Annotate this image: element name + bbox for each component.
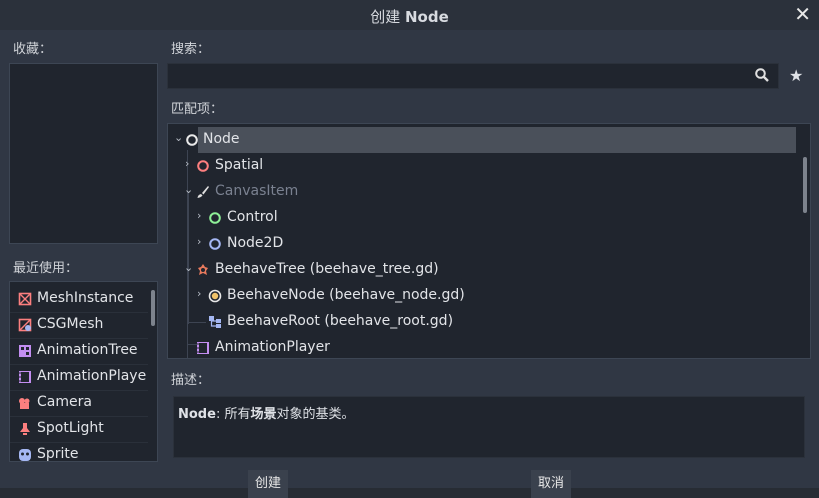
create-button[interactable]: 创建 xyxy=(248,470,288,498)
description-rest: 对象的基类。 xyxy=(276,407,355,422)
chevron-right-icon[interactable]: › xyxy=(197,235,201,248)
beehave-root-icon xyxy=(209,316,221,328)
favorite-star-icon[interactable]: ★ xyxy=(789,68,803,84)
brush-icon xyxy=(197,186,209,198)
favorites-list[interactable] xyxy=(9,63,158,244)
beehave-tree-icon xyxy=(198,264,208,275)
camera-icon xyxy=(19,398,30,409)
control-circle-icon xyxy=(209,212,221,224)
recent-list[interactable]: MeshInstance CSGMesh AnimationTree Anima… xyxy=(9,281,158,462)
tree-row-label: Node2D xyxy=(227,235,284,251)
tree-row-node[interactable]: ⌄ Node xyxy=(168,127,798,153)
csg-mesh-icon xyxy=(18,318,32,332)
chevron-right-icon[interactable]: › xyxy=(185,157,189,170)
recent-item-label: AnimationTree xyxy=(37,342,138,358)
bottom-strip xyxy=(0,488,819,498)
recent-item-spotlight[interactable]: SpotLight xyxy=(10,416,148,443)
description-sep: : 所有 xyxy=(215,407,251,422)
tree-row-label: BeehaveTree (beehave_tree.gd) xyxy=(215,261,439,277)
tree-row-label: BeehaveRoot (beehave_root.gd) xyxy=(227,313,454,329)
recent-item-label: MeshInstance xyxy=(37,290,134,306)
tree-row-control[interactable]: › Control xyxy=(168,205,798,231)
close-icon[interactable]: ✕ xyxy=(794,2,811,26)
tree-row-label: CanvasItem xyxy=(215,183,299,199)
matches-label: 匹配项： xyxy=(171,102,224,117)
title-bar: 创建 Node ✕ xyxy=(0,0,819,30)
spatial-circle-icon xyxy=(197,160,209,172)
tree-row-label: BeehaveNode (beehave_node.gd) xyxy=(227,287,465,303)
tree-row-label: AnimationPlayer xyxy=(215,339,330,355)
recent-item-label: AnimationPlaye xyxy=(37,368,147,384)
animation-player-icon xyxy=(19,371,31,383)
dialog-title: 创建 Node xyxy=(0,6,819,27)
recent-item-meshinstance[interactable]: MeshInstance xyxy=(10,286,148,313)
recent-item-label: Sprite xyxy=(37,446,79,462)
dialog-title-node: Node xyxy=(405,8,449,26)
description-highlight: 场景 xyxy=(250,407,277,422)
description-label: 描述： xyxy=(171,373,211,388)
chevron-right-icon[interactable]: › xyxy=(197,209,201,222)
search-input[interactable] xyxy=(167,63,779,89)
description-text: Node: 所有场景对象的基类。 xyxy=(178,403,354,422)
tree-row-spatial[interactable]: › Spatial xyxy=(168,153,798,179)
tree-row-beehavenode[interactable]: › BeehaveNode (beehave_node.gd) xyxy=(168,283,798,309)
matches-tree[interactable]: ⌄ Node › Spatial ⌄ CanvasItem › Control … xyxy=(167,123,811,359)
recent-scrollbar[interactable] xyxy=(151,290,155,326)
chevron-down-icon[interactable]: ⌄ xyxy=(174,131,183,144)
description-box: Node: 所有场景对象的基类。 xyxy=(173,396,805,458)
animation-player-icon xyxy=(197,342,209,354)
tree-row-node2d[interactable]: › Node2D xyxy=(168,231,798,257)
mesh-instance-icon xyxy=(18,292,32,306)
tree-row-canvasitem[interactable]: ⌄ CanvasItem xyxy=(168,179,798,205)
recent-item-label: SpotLight xyxy=(37,420,104,436)
search-label: 搜索： xyxy=(171,42,211,57)
tree-row-beehaveroot[interactable]: BeehaveRoot (beehave_root.gd) xyxy=(168,309,798,335)
search-icon xyxy=(755,68,769,82)
favorites-label: 收藏： xyxy=(13,42,53,57)
selection-highlight xyxy=(198,127,796,153)
recent-item-csgmesh[interactable]: CSGMesh xyxy=(10,312,148,339)
dialog-title-prefix: 创建 xyxy=(370,8,405,26)
chevron-right-icon[interactable]: › xyxy=(197,287,201,300)
node2d-circle-icon xyxy=(209,238,221,250)
recent-item-label: Camera xyxy=(37,394,92,410)
recent-item-animationplayer[interactable]: AnimationPlaye xyxy=(10,364,148,391)
tree-row-label: Spatial xyxy=(215,157,264,173)
description-node-name: Node xyxy=(178,407,216,422)
recent-item-sprite[interactable]: Sprite xyxy=(10,442,148,462)
chevron-down-icon[interactable]: ⌄ xyxy=(184,261,193,274)
recent-item-camera[interactable]: Camera xyxy=(10,390,148,417)
tree-row-label: Control xyxy=(227,209,278,225)
recent-label: 最近使用： xyxy=(13,261,79,276)
beehave-node-icon xyxy=(208,289,222,303)
recent-item-animationtree[interactable]: AnimationTree xyxy=(10,338,148,365)
spotlight-icon xyxy=(20,423,30,435)
sprite-icon xyxy=(19,449,31,461)
recent-item-label: CSGMesh xyxy=(37,316,104,332)
tree-row-animationplayer[interactable]: AnimationPlayer xyxy=(168,335,798,358)
tree-row-beehavetree[interactable]: ⌄ BeehaveTree (beehave_tree.gd) xyxy=(168,257,798,283)
matches-scrollbar[interactable] xyxy=(803,157,807,213)
chevron-down-icon[interactable]: ⌄ xyxy=(184,183,193,196)
animation-tree-icon xyxy=(19,345,31,357)
cancel-button[interactable]: 取消 xyxy=(531,470,571,498)
tree-row-label: Node xyxy=(203,131,240,147)
node-circle-icon xyxy=(186,134,198,146)
